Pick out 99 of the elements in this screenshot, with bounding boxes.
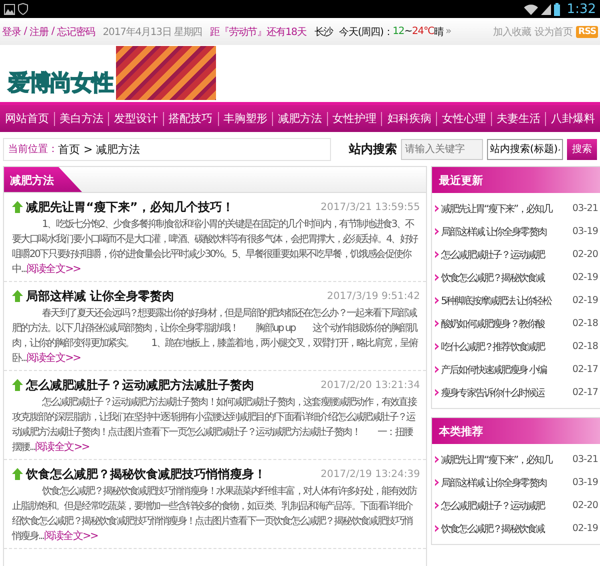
sidebar-date: 02-18 xyxy=(572,318,599,329)
search-field[interactable]: 请输入关键字 xyxy=(401,138,483,160)
chevron-icon xyxy=(435,274,439,281)
weather-condition: 晴 xyxy=(434,26,444,38)
sidebar-date: 03-19 xyxy=(572,477,599,488)
article-summary: 饮食怎么减肥？揭秘饮食减肥技巧悄悄瘦身！水果蔬菜内纤维丰富，对人体有许多好处，能有效防止脂肪饱和。但是经常吃蔬菜，要增加一些含锌较多的食物，如豆类、乳制品和海产品等。下面看详细介绍饮食怎么减肥？揭秘饮食减肥技巧悄悄瘦身！点击图片查看下一页饮食怎么减肥？揭秘饮食减肥技巧悄悄瘦身...阅读全文>> xyxy=(12,484,418,544)
sidebar-link[interactable]: 瘦身专家告诉你什么时候运 xyxy=(441,386,544,400)
separator-slash: / xyxy=(24,26,27,37)
search-button[interactable]: 搜索 xyxy=(567,138,597,160)
current-date: 2017年4月13日 星期四 xyxy=(102,26,202,38)
sidebar-date: 02-19 xyxy=(572,272,599,283)
chevron-icon xyxy=(435,320,439,327)
search-scope-select[interactable]: 站内搜索(标题) xyxy=(487,138,563,160)
nav-link[interactable]: 发型设计 xyxy=(108,112,163,126)
sidebar-link[interactable]: 怎么减肥减肚子？运动减肥 xyxy=(441,498,544,512)
sidebar-link[interactable]: 减肥先让胃“瘦下来”，必知几 xyxy=(441,452,552,466)
nav-link[interactable]: 网站首页 xyxy=(0,112,54,126)
sidebar-link[interactable]: 怎么减肥减肚子？运动减肥 xyxy=(441,248,544,262)
breadcrumb-label: 当前位置： xyxy=(8,142,58,156)
chevron-icon xyxy=(435,297,439,304)
site-logo[interactable]: 爱博尚女性 xyxy=(8,68,113,98)
sidebar-date: 03-21 xyxy=(572,454,599,465)
nav-link[interactable]: 女性心理 xyxy=(436,112,491,126)
account-link[interactable]: 登录 xyxy=(2,24,21,38)
weather-day: 今天(周四)： xyxy=(339,24,393,38)
separator-slash: / xyxy=(51,26,54,37)
article-title[interactable]: 怎么减肥减肚子？运动减肥方法减肚子赘肉 xyxy=(26,376,254,394)
holiday-countdown: 距『劳动节』还有18天 xyxy=(210,26,306,38)
up-arrow-icon xyxy=(12,468,23,480)
high-temperature: 24℃ xyxy=(412,26,434,37)
chevron-icon xyxy=(435,389,439,396)
account-link[interactable]: 注册 xyxy=(30,24,48,38)
nav-link[interactable]: 搭配技巧 xyxy=(162,112,218,126)
article-date: 2017/3/21 13:59:55 xyxy=(320,202,420,212)
article-summary: 春天到了夏天还会远吗？想要露出你的好身材，但是局部的肥肉都还在怎么办？一起来看下局部减肥的方法。以下几招轻松减局部赘肉，让你全身零脂肪哦！ 胸部up up 这个动作能锻炼你的胸部肌肉，让你的胸部变得更加紧实。 1、跪在地板上，膝盖着地，两小腿交叉，双臂打开，略比肩宽，呈俯卧...阅读全文>> xyxy=(12,306,419,366)
article-title[interactable]: 减肥先让胃“瘦下来”，必知几个技巧！ xyxy=(26,198,234,216)
article-date: 2017/2/20 13:21:34 xyxy=(320,380,420,390)
sidebar-date: 02-20 xyxy=(572,249,599,260)
breadcrumb-path: 首页 > 减肥方法 xyxy=(58,142,140,156)
sidebar-date: 03-21 xyxy=(572,203,599,214)
account-link[interactable]: 忘记密码 xyxy=(57,24,95,38)
battery-icon xyxy=(554,2,560,16)
article-summary: 1、吃饭七分饱2、少食多餐抑制食欲和缩小胃的关键是在固定的几个时间内，有节制地进食3、不要大口喝水我们要小口喝而不是大口灌，啤酒、碳酸饮料等有很多气体，会把胃撑大，必须丢掉。4、好好咀嚼20下只要好好咀嚼，你的进食量会比平时减少30%。5、早餐很重要如果不吃早餐，饥饿感会促使你中...阅读全文>> xyxy=(12,218,419,277)
sidebar-link[interactable]: 局部这样减 让你全身零赘肉 xyxy=(441,476,546,490)
up-arrow-icon xyxy=(12,290,23,302)
read-more-link[interactable]: 阅读全文>> xyxy=(35,441,89,453)
signal-icon xyxy=(540,4,551,14)
nav-link[interactable]: 减肥方法 xyxy=(272,112,327,126)
sidebar-link[interactable]: 5种脚底按摩减肥法 让你轻松 xyxy=(441,294,551,308)
sidebar-date: 02-19 xyxy=(572,523,599,534)
read-more-link[interactable]: 阅读全文>> xyxy=(44,530,98,542)
sidebar-link[interactable]: 产后如何快速减肥瘦身 小编 xyxy=(441,362,546,376)
nav-link[interactable]: 八卦爆料 xyxy=(545,112,600,126)
sidebar-date: 02-19 xyxy=(572,295,599,306)
wifi-icon xyxy=(524,4,538,14)
up-arrow-icon xyxy=(12,379,23,391)
chevron-icon xyxy=(435,366,439,373)
nav-link[interactable]: 美白方法 xyxy=(54,112,108,126)
read-more-link[interactable]: 阅读全文>> xyxy=(26,263,80,275)
article-title[interactable]: 局部这样减 让你全身零赘肉 xyxy=(26,288,174,304)
chevron-icon xyxy=(435,502,439,509)
image-icon xyxy=(4,4,15,14)
article-date: 2017/3/19 9:51:42 xyxy=(326,290,420,302)
temperature-tilde: ~ xyxy=(404,26,412,37)
weather-city: 长沙 xyxy=(314,26,334,38)
sidebar-date: 02-20 xyxy=(572,500,599,511)
sidebar-heading: 本类推荐 xyxy=(432,418,600,444)
read-more-link[interactable]: 阅读全文>> xyxy=(26,352,80,364)
nav-link[interactable]: 丰胸塑形 xyxy=(218,112,272,126)
low-temperature: 12 xyxy=(392,26,404,37)
sidebar-date: 02-17 xyxy=(572,364,599,375)
up-arrow-icon xyxy=(12,201,23,213)
clock-time: 1:32 xyxy=(566,2,596,16)
weather-more-link[interactable]: » xyxy=(446,26,452,37)
sidebar-link[interactable]: 吃什么减肥？推荐饮食减肥 xyxy=(441,340,544,354)
chevron-icon xyxy=(435,456,439,463)
sidebar-link[interactable]: 饮食怎么减肥？揭秘饮食减 xyxy=(441,522,544,536)
chevron-icon xyxy=(435,479,439,486)
nav-link[interactable]: 女性护理 xyxy=(326,112,382,126)
nav-link[interactable]: 夫妻生活 xyxy=(490,112,546,126)
chevron-icon xyxy=(435,343,439,350)
chevron-icon xyxy=(435,251,439,258)
article-title[interactable]: 饮食怎么减肥？揭秘饮食减肥技巧悄悄瘦身！ xyxy=(26,466,266,482)
shield-icon xyxy=(18,3,28,15)
chevron-icon xyxy=(435,228,439,235)
sidebar-link[interactable]: 减肥先让胃“瘦下来”，必知几 xyxy=(441,202,552,216)
nav-link[interactable]: 妇科疾病 xyxy=(381,112,436,126)
chevron-icon xyxy=(435,205,439,212)
article-date: 2017/2/19 13:24:39 xyxy=(320,468,420,480)
sidebar-date: 02-17 xyxy=(572,387,599,398)
sidebar-date: 03-19 xyxy=(572,226,599,237)
article-summary: 怎么减肥减肚子？运动减肥方法减肚子赘肉！如何减肥减肚子赘肉，这套瘦腰减肥动作，有效直接攻克腹部的深层脂肪，让我们在坚持中逐渐拥有小蛮腰达到减肥目的!下面看详细介绍怎么减肥减肚子？运动减肥方法减肚子赘肉！点击图片查看下一页怎么减肥减肚子？运动减肥方法减肚子赘肉！ 一：扭腰摆腰...阅读全文>> xyxy=(12,396,418,455)
sidebar-link[interactable]: 酸奶如何减肥瘦身？教你酸 xyxy=(441,316,544,330)
sidebar-heading: 最近更新 xyxy=(432,167,600,193)
chevron-icon xyxy=(435,525,439,532)
sidebar-link[interactable]: 局部这样减 让你全身零赘肉 xyxy=(441,224,546,238)
sidebar-date: 02-18 xyxy=(572,341,599,352)
sidebar-link[interactable]: 饮食怎么减肥？揭秘饮食减 xyxy=(441,270,544,284)
search-label: 站内搜索 xyxy=(349,140,397,158)
